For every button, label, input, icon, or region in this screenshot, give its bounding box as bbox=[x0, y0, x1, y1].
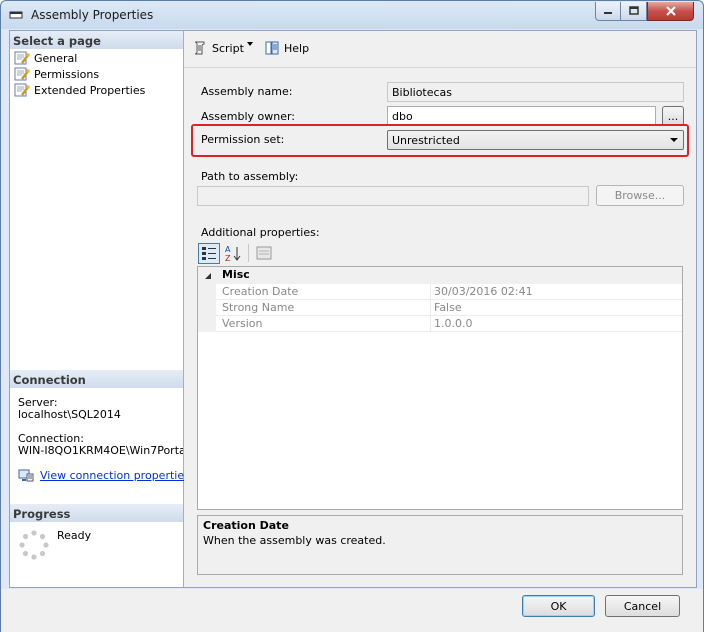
assembly-name-label: Assembly name: bbox=[201, 85, 293, 98]
script-icon bbox=[194, 41, 205, 55]
row-gutter bbox=[198, 300, 216, 316]
path-to-assembly-label: Path to assembly: bbox=[201, 170, 299, 183]
page-item-label: Extended Properties bbox=[34, 83, 146, 97]
page-item-general[interactable]: General bbox=[14, 50, 78, 66]
property-name: Strong Name bbox=[222, 301, 295, 314]
permission-set-dropdown[interactable]: Unrestricted bbox=[387, 130, 684, 150]
property-row[interactable]: Creation Date 30/03/2016 02:41 bbox=[198, 284, 682, 300]
svg-text:Z: Z bbox=[225, 254, 231, 263]
cancel-button[interactable]: Cancel bbox=[605, 595, 680, 617]
view-connection-properties[interactable]: View connection properties bbox=[18, 467, 190, 483]
progress-header: Progress bbox=[10, 504, 183, 522]
select-page-header: Select a page bbox=[10, 31, 183, 49]
left-pane: Select a page General Permissions Extend… bbox=[10, 31, 190, 587]
property-value: False bbox=[434, 301, 462, 314]
server-value: localhost\SQL2014 bbox=[18, 408, 121, 421]
window-title: Assembly Properties bbox=[31, 8, 154, 22]
ok-button[interactable]: OK bbox=[522, 595, 595, 617]
property-help-box: Creation Date When the assembly was crea… bbox=[197, 515, 683, 575]
connection-properties-icon bbox=[18, 469, 34, 482]
minimize-icon bbox=[604, 12, 612, 14]
script-dropdown-button[interactable] bbox=[246, 40, 254, 48]
chevron-down-icon bbox=[247, 42, 253, 46]
property-grid[interactable]: Misc Creation Date 30/03/2016 02:41 Stro… bbox=[197, 266, 683, 510]
page-item-permissions[interactable]: Permissions bbox=[14, 66, 99, 82]
categorized-icon bbox=[202, 247, 216, 260]
progress-spinner-icon bbox=[19, 530, 49, 560]
page-item-label: General bbox=[34, 51, 78, 65]
property-row[interactable]: Strong Name False bbox=[198, 300, 682, 316]
page-item-label: Permissions bbox=[34, 67, 100, 81]
close-icon bbox=[665, 6, 676, 16]
collapse-icon[interactable] bbox=[204, 272, 212, 280]
permission-set-value: Unrestricted bbox=[392, 134, 460, 147]
help-button[interactable]: Help bbox=[264, 40, 309, 56]
column-divider bbox=[430, 300, 431, 316]
title-bar[interactable]: Assembly Properties bbox=[1, 1, 703, 29]
property-row[interactable]: Version 1.0.0.0 bbox=[198, 316, 682, 332]
page-wrench-icon bbox=[14, 51, 30, 65]
maximize-icon bbox=[628, 6, 639, 15]
property-pages-icon bbox=[256, 246, 272, 260]
row-gutter bbox=[198, 284, 216, 300]
assembly-properties-dialog: Assembly Properties Select a page Genera… bbox=[0, 0, 704, 632]
additional-properties-label: Additional properties: bbox=[201, 226, 320, 239]
assembly-owner-label: Assembly owner: bbox=[201, 110, 296, 123]
help-book-icon bbox=[265, 41, 279, 55]
close-button[interactable] bbox=[647, 2, 694, 21]
property-name: Version bbox=[222, 317, 263, 330]
help-description: When the assembly was created. bbox=[203, 534, 386, 547]
property-pages-button[interactable] bbox=[253, 243, 275, 264]
progress-status: Ready bbox=[57, 529, 92, 542]
property-grid-toolbar: AZ bbox=[198, 243, 275, 265]
categorized-button[interactable] bbox=[198, 243, 220, 264]
property-value: 30/03/2016 02:41 bbox=[434, 285, 533, 298]
browse-button[interactable]: Browse... bbox=[596, 185, 684, 206]
page-wrench-icon bbox=[14, 67, 30, 81]
toolbar: Script Help bbox=[184, 31, 696, 67]
alphabetical-button[interactable]: AZ bbox=[222, 243, 244, 264]
page-item-extended-properties[interactable]: Extended Properties bbox=[14, 82, 145, 98]
path-to-assembly-field[interactable] bbox=[197, 186, 589, 206]
property-category-misc[interactable]: Misc bbox=[198, 267, 682, 284]
help-label: Help bbox=[284, 41, 310, 55]
property-value: 1.0.0.0 bbox=[434, 317, 473, 330]
general-page-form: Assembly name: Bibliotecas Assembly owne… bbox=[184, 67, 696, 587]
permission-set-label: Permission set: bbox=[201, 133, 285, 146]
dialog-button-bar: OK Cancel bbox=[1, 589, 703, 632]
row-gutter bbox=[198, 316, 216, 332]
script-label: Script bbox=[212, 41, 244, 55]
page-wrench-icon bbox=[14, 83, 30, 97]
minimize-button[interactable] bbox=[595, 2, 621, 21]
window-icon bbox=[9, 11, 23, 19]
connection-value: WIN-I8QO1KRM4OE\Win7Portab bbox=[18, 444, 183, 457]
assembly-owner-field[interactable]: dbo bbox=[387, 106, 656, 126]
browse-owner-button[interactable]: ... bbox=[662, 106, 684, 126]
assembly-name-field[interactable]: Bibliotecas bbox=[387, 82, 684, 102]
maximize-button[interactable] bbox=[621, 2, 647, 21]
column-divider bbox=[430, 284, 431, 300]
property-category-label: Misc bbox=[222, 268, 250, 281]
help-title: Creation Date bbox=[203, 519, 289, 532]
script-button[interactable]: Script bbox=[192, 40, 244, 56]
dialog-client-area: Select a page General Permissions Extend… bbox=[9, 30, 697, 588]
svg-text:A: A bbox=[225, 245, 231, 254]
column-divider bbox=[430, 316, 431, 332]
toolbar-separator bbox=[248, 244, 249, 262]
chevron-down-icon bbox=[670, 138, 678, 142]
connection-header: Connection bbox=[10, 370, 183, 388]
sort-alphabetical-icon: AZ bbox=[225, 245, 241, 263]
property-name: Creation Date bbox=[222, 285, 299, 298]
view-connection-properties-link[interactable]: View connection properties bbox=[40, 469, 190, 482]
right-pane: Script Help Assembly name: Bibliotecas A… bbox=[184, 31, 696, 587]
